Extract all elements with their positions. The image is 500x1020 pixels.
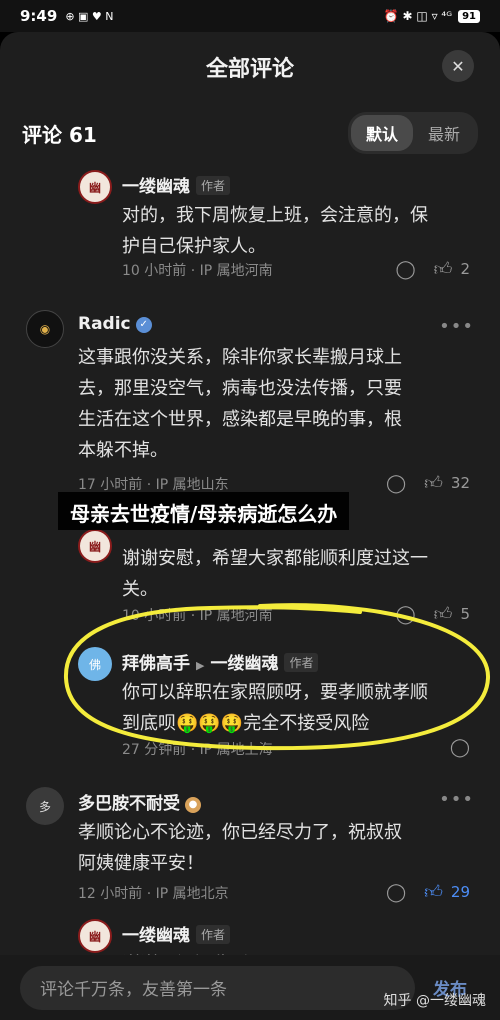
avatar[interactable]: ◉ <box>26 310 64 348</box>
avatar[interactable]: 幽 <box>78 170 112 204</box>
like-button[interactable]: 👍︎ 2 <box>434 258 470 280</box>
avatar[interactable]: 幽 <box>78 529 112 563</box>
status-time: 9:49 <box>20 7 58 25</box>
thumbs-up-icon: 👍︎ <box>433 259 453 280</box>
overlay-headline: 母亲去世疫情/母亲病逝怎么办 <box>58 492 350 530</box>
comment-actions: ◯ 👍︎ 29 <box>386 881 470 904</box>
more-options-icon[interactable]: ••• <box>439 316 474 337</box>
comment-text: 这事跟你没关系，除非你家长辈搬月球上 去，那里没空气，病毒也没法传播，只要 生活… <box>78 347 402 461</box>
sheet-title: 全部评论 <box>205 57 294 82</box>
reply-bubble-icon[interactable]: ◯ <box>386 882 406 903</box>
comment-meta: 10 小时前 · IP 属地河南 <box>122 263 273 279</box>
highlight-circle <box>63 603 491 751</box>
notification-icons: ⊕ ▣ ♥ N <box>65 9 114 23</box>
comment-list: 幽 一缕幽魂 作者 对的，我下周恢复上班，会注意的，保 护自己保护家人。 10 小… <box>0 164 500 979</box>
comment-count: 评论 61 <box>22 122 97 147</box>
comment-text: 谢谢安慰，希望大家都能顺利度过这一 关。 <box>122 548 428 600</box>
battery-icon: 91 <box>458 9 480 23</box>
comment-meta: 12 小时前 · IP 属地北京 <box>78 886 229 902</box>
badge-icon: ● <box>185 797 201 813</box>
comment-author[interactable]: 多巴胺不耐受 ● <box>78 789 201 814</box>
like-count: 29 <box>450 883 470 901</box>
sheet-header: 全部评论 ✕ <box>0 32 500 102</box>
avatar[interactable]: 多 <box>26 787 64 825</box>
sort-toggle: 默认 最新 <box>347 112 478 154</box>
comment-author[interactable]: 一缕幽魂 作者 <box>122 172 231 197</box>
comment-author[interactable]: Radic ✓ <box>78 314 152 334</box>
comment-author[interactable]: 一缕幽魂 作者 <box>122 921 231 946</box>
system-status-icons: ⏰ ✱ ◫ ▿ ⁴ᴳ <box>383 9 453 23</box>
thumbs-up-icon: 👍︎ <box>424 473 443 494</box>
thumbs-up-icon: 👍︎ <box>424 882 443 903</box>
comment-text: 孝顺论心不论迹，你已经尽力了，祝叔叔 阿姨健康平安！ <box>78 822 402 874</box>
like-count: 32 <box>450 474 470 492</box>
like-count: 2 <box>460 260 470 278</box>
comment-actions: ◯ 👍︎ 2 <box>395 258 470 281</box>
comment-item: 幽 一缕幽魂 作者 对的，我下周恢复上班，会注意的，保 护自己保护家人。 10 小… <box>0 164 500 304</box>
reply-bubble-icon[interactable]: ◯ <box>386 473 406 494</box>
comment-actions: ◯ 👍︎ 32 <box>386 472 470 495</box>
comment-item: 多 多巴胺不耐受 ● ••• 孝顺论心不论迹，你已经尽力了，祝叔叔 阿姨健康平安！… <box>0 783 500 919</box>
author-tag: 作者 <box>196 925 231 944</box>
comment-meta: 17 小时前 · IP 属地山东 <box>78 477 229 493</box>
sort-latest-tab[interactable]: 最新 <box>413 115 475 151</box>
comment-input[interactable]: 评论千万条，友善第一条 <box>20 965 415 1010</box>
watermark: 知乎 @一缕幽魂 <box>383 993 486 1009</box>
verified-icon: ✓ <box>135 317 152 333</box>
avatar[interactable]: 幽 <box>78 919 112 953</box>
close-icon: ✕ <box>451 56 465 76</box>
like-button[interactable]: 👍︎ 29 <box>424 881 470 903</box>
more-options-icon[interactable]: ••• <box>439 789 474 810</box>
comment-count-row: 评论 61 默认 最新 <box>0 102 500 164</box>
comment-text: 对的，我下周恢复上班，会注意的，保 护自己保护家人。 <box>122 205 428 257</box>
like-button[interactable]: 👍︎ 32 <box>424 472 470 494</box>
author-tag: 作者 <box>196 176 231 195</box>
comment-input-bar: 评论千万条，友善第一条 发布 <box>0 955 500 1020</box>
status-bar: 9:49 ⊕ ▣ ♥ N ⏰ ✱ ◫ ▿ ⁴ᴳ 91 <box>0 0 500 32</box>
close-button[interactable]: ✕ <box>442 50 474 82</box>
system-icons: ⏰ ✱ ◫ ▿ ⁴ᴳ 91 <box>384 9 480 23</box>
reply-bubble-icon[interactable]: ◯ <box>395 259 415 280</box>
sort-default-tab[interactable]: 默认 <box>350 115 413 151</box>
